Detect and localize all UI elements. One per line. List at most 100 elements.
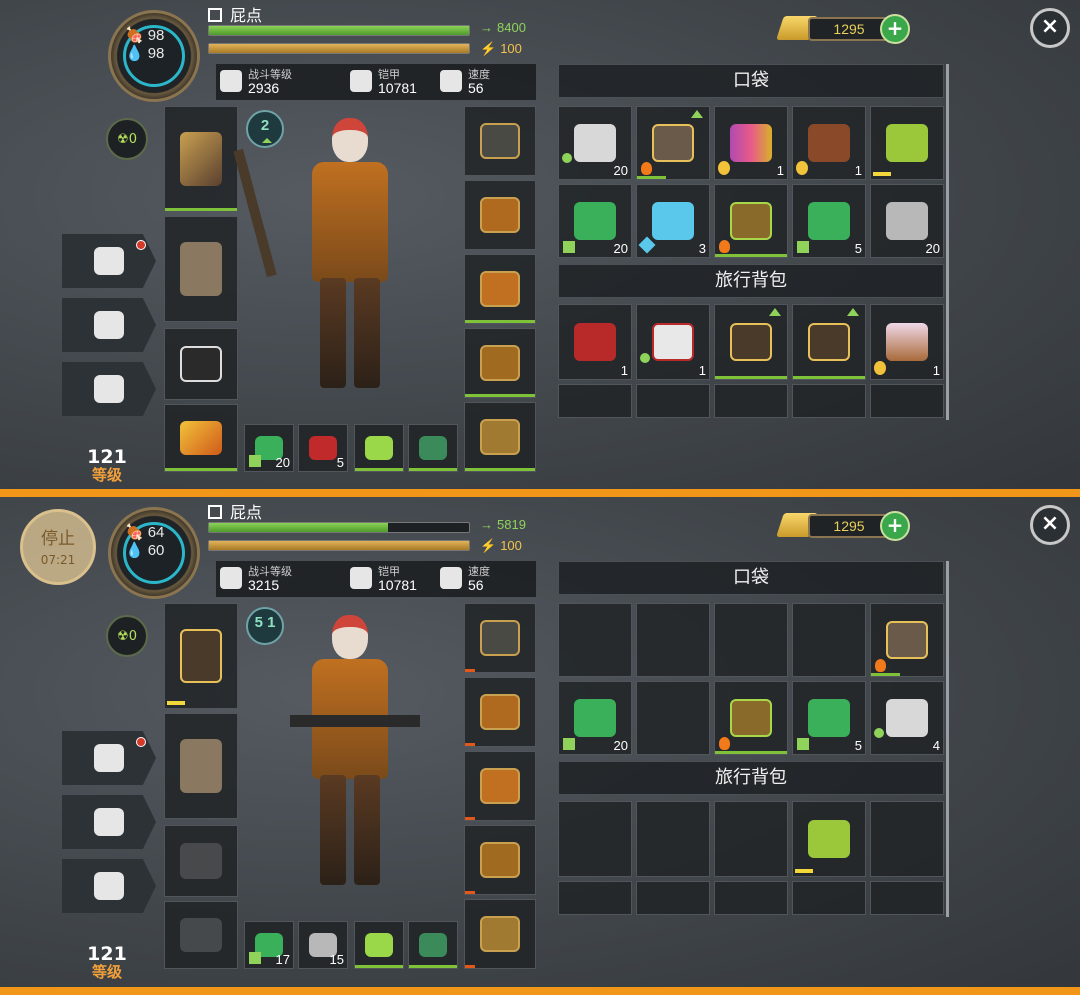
shirt-icon — [479, 768, 521, 804]
scrollbar[interactable] — [946, 64, 949, 420]
quick-slot-3[interactable] — [354, 921, 404, 969]
backpack-slot-empty[interactable] — [870, 384, 944, 418]
vest-slot[interactable] — [464, 180, 536, 250]
pants-slot[interactable] — [464, 328, 536, 398]
gas-mask-icon — [180, 842, 222, 880]
weapon-slot[interactable] — [164, 106, 238, 212]
close-button[interactable]: × — [1030, 505, 1070, 545]
rifle-icon — [886, 124, 928, 162]
pocket-slot[interactable]: 20 — [558, 106, 632, 180]
pants-icon — [479, 842, 521, 878]
pocket-slot[interactable]: 20 — [870, 184, 944, 258]
quick-slot-4[interactable] — [408, 424, 458, 472]
backpack-slot-empty[interactable] — [636, 384, 710, 418]
radiation-button[interactable]: ☢ 0 — [106, 118, 148, 160]
backpack-slot-item[interactable] — [792, 304, 866, 380]
radiation-button[interactable]: ☢ 0 — [106, 615, 148, 657]
pocket-slot[interactable]: 3 — [636, 184, 710, 258]
pants-slot[interactable] — [464, 825, 536, 895]
character-tab-button[interactable] — [62, 731, 156, 785]
backpack-slot[interactable] — [164, 216, 238, 322]
workshop-tab-button[interactable] — [62, 362, 156, 416]
vest-icon — [350, 70, 372, 92]
pocket-slot-empty[interactable] — [636, 603, 710, 677]
backpack-slot-empty[interactable] — [636, 801, 710, 877]
edit-icon — [208, 505, 222, 519]
spray-can-icon — [574, 322, 616, 362]
backpack-slot-empty[interactable] — [558, 384, 632, 418]
pocket-slot[interactable] — [714, 184, 788, 258]
pocket-slot[interactable]: 4 — [870, 681, 944, 755]
helmet-icon — [479, 620, 521, 656]
backpack-slot-item[interactable] — [792, 801, 866, 877]
pocket-slot[interactable] — [636, 106, 710, 180]
pocket-slot[interactable]: 1 — [714, 106, 788, 180]
backpack-slot-empty[interactable] — [558, 801, 632, 877]
pocket-slot[interactable] — [714, 681, 788, 755]
backpack-slot-item[interactable]: 1 — [636, 304, 710, 380]
add-gold-button[interactable]: + — [880, 14, 910, 44]
pocket-slot[interactable]: 20 — [558, 184, 632, 258]
helmet-slot[interactable] — [464, 603, 536, 673]
crafting-tab-button[interactable] — [62, 298, 156, 352]
easter-cake-icon — [886, 322, 928, 362]
pocket-slot[interactable]: 1 — [792, 106, 866, 180]
pocket-slot[interactable] — [870, 603, 944, 677]
workshop-tab-button[interactable] — [62, 859, 156, 913]
boots-slot[interactable] — [464, 899, 536, 969]
close-button[interactable]: × — [1030, 8, 1070, 48]
backpack-slot-empty[interactable] — [558, 881, 632, 915]
vest-icon — [479, 197, 521, 233]
player-name[interactable]: 屁点 — [208, 2, 262, 26]
pocket-header: 口袋 — [558, 561, 944, 595]
pocket-slot[interactable]: 5 — [792, 681, 866, 755]
backpack-slot-empty[interactable] — [792, 881, 866, 915]
player-level: 121 等级 — [87, 446, 127, 484]
backpack-slot-empty[interactable] — [714, 384, 788, 418]
quick-slot-1[interactable]: 17 — [244, 921, 294, 969]
quick-slot-3[interactable] — [354, 424, 404, 472]
backpack-slot-empty[interactable] — [870, 801, 944, 877]
shirt-slot[interactable] — [464, 254, 536, 324]
mask-slot[interactable] — [164, 328, 238, 400]
backpack-slot-item[interactable] — [714, 304, 788, 380]
backpack-slot-empty[interactable] — [792, 384, 866, 418]
shotgun-icon — [808, 322, 850, 362]
add-gold-button[interactable]: + — [880, 511, 910, 541]
crafting-tab-button[interactable] — [62, 795, 156, 849]
quick-slot-4[interactable] — [408, 921, 458, 969]
screenshot-divider — [0, 987, 1080, 995]
grenade-slot[interactable] — [164, 404, 238, 472]
weapon-slot[interactable] — [164, 603, 238, 709]
buff-badge: 5 1 — [246, 607, 284, 645]
health-bar — [208, 25, 470, 36]
backpack-slot-empty[interactable] — [714, 801, 788, 877]
pocket-slot-empty[interactable] — [636, 681, 710, 755]
pocket-slot-empty[interactable] — [792, 603, 866, 677]
quick-slot-1[interactable]: 20 — [244, 424, 294, 472]
boots-slot[interactable] — [464, 402, 536, 472]
quick-slot-2[interactable]: 15 — [298, 921, 348, 969]
quick-slot-2[interactable]: 5 — [298, 424, 348, 472]
backpack-slot-empty[interactable] — [714, 881, 788, 915]
backpack-slot[interactable] — [164, 713, 238, 819]
pocket-slot[interactable]: 20 — [558, 681, 632, 755]
backpack-slot-empty[interactable] — [870, 881, 944, 915]
backpack-slot-item[interactable]: 1 — [870, 304, 944, 380]
mask-slot[interactable] — [164, 825, 238, 897]
scrollbar[interactable] — [946, 561, 949, 917]
helmet-slot[interactable] — [464, 106, 536, 176]
character-tab-button[interactable] — [62, 234, 156, 288]
pocket-slot-empty[interactable] — [714, 603, 788, 677]
backpack-slot-empty[interactable] — [636, 881, 710, 915]
pause-button[interactable]: 停止 07:21 — [20, 509, 96, 585]
pocket-slot[interactable] — [870, 106, 944, 180]
backpack-slot-item[interactable]: 1 — [558, 304, 632, 380]
stats-bar: 战斗等级 2936 铠甲 10781 速度 56 — [216, 64, 536, 100]
player-name[interactable]: 屁点 — [208, 499, 262, 523]
shirt-slot[interactable] — [464, 751, 536, 821]
pocket-slot-empty[interactable] — [558, 603, 632, 677]
vest-slot[interactable] — [464, 677, 536, 747]
pocket-slot[interactable]: 5 — [792, 184, 866, 258]
grenade-slot[interactable] — [164, 901, 238, 969]
